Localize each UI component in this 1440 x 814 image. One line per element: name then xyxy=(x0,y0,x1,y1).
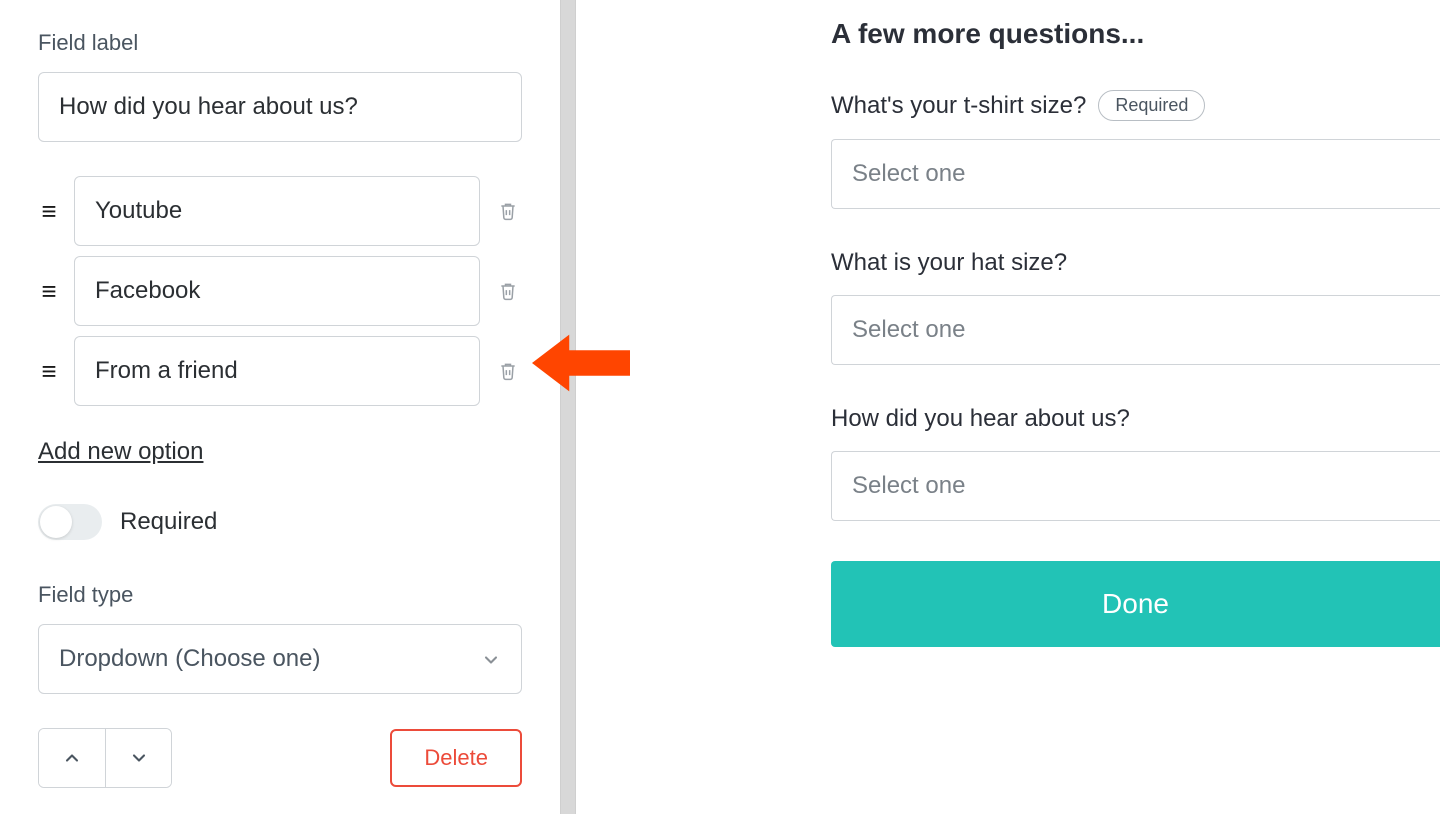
chevron-down-icon xyxy=(481,649,501,669)
select-placeholder: Select one xyxy=(852,316,965,344)
required-toggle-row: Required xyxy=(38,504,522,540)
add-option-link[interactable]: Add new option xyxy=(38,438,203,466)
delete-option-button[interactable] xyxy=(494,357,522,385)
required-pill: Required xyxy=(1098,90,1205,121)
drag-handle-icon[interactable]: ≡ xyxy=(38,278,60,304)
trash-icon xyxy=(498,280,518,302)
option-row: ≡ xyxy=(38,336,522,406)
panel-divider xyxy=(560,0,576,814)
option-row: ≡ xyxy=(38,256,522,326)
required-toggle-label: Required xyxy=(120,508,217,536)
move-up-button[interactable] xyxy=(39,729,105,787)
chevron-down-icon xyxy=(129,748,149,768)
delete-field-button[interactable]: Delete xyxy=(390,729,522,787)
move-down-button[interactable] xyxy=(105,729,171,787)
preview-question: What's your t-shirt size? Required Selec… xyxy=(831,90,1440,209)
option-input[interactable] xyxy=(74,336,480,406)
field-editor-panel: Field label ≡ ≡ ≡ xyxy=(0,0,560,814)
preview-select[interactable]: Select one xyxy=(831,295,1440,365)
select-placeholder: Select one xyxy=(852,472,965,500)
chevron-up-icon xyxy=(62,748,82,768)
field-label-input[interactable] xyxy=(38,72,522,142)
preview-question: What is your hat size? Select one xyxy=(831,249,1440,365)
field-type-heading: Field type xyxy=(38,582,522,608)
delete-option-button[interactable] xyxy=(494,277,522,305)
preview-question: How did you hear about us? Select one xyxy=(831,405,1440,521)
form-preview-panel: A few more questions... What's your t-sh… xyxy=(576,0,1440,814)
options-list: ≡ ≡ ≡ xyxy=(38,176,522,406)
field-type-select[interactable]: Dropdown (Choose one) xyxy=(38,624,522,694)
option-input[interactable] xyxy=(74,176,480,246)
required-toggle[interactable] xyxy=(38,504,102,540)
trash-icon xyxy=(498,200,518,222)
move-field-group xyxy=(38,728,172,788)
done-button[interactable]: Done xyxy=(831,561,1440,647)
toggle-knob xyxy=(40,506,72,538)
drag-handle-icon[interactable]: ≡ xyxy=(38,358,60,384)
question-label: How did you hear about us? xyxy=(831,405,1130,433)
field-label-heading: Field label xyxy=(38,30,522,56)
question-label: What's your t-shirt size? xyxy=(831,92,1086,120)
select-placeholder: Select one xyxy=(852,160,965,188)
delete-option-button[interactable] xyxy=(494,197,522,225)
question-label: What is your hat size? xyxy=(831,249,1067,277)
preview-select[interactable]: Select one xyxy=(831,451,1440,521)
trash-icon xyxy=(498,360,518,382)
drag-handle-icon[interactable]: ≡ xyxy=(38,198,60,224)
preview-select[interactable]: Select one xyxy=(831,139,1440,209)
option-row: ≡ xyxy=(38,176,522,246)
field-type-value: Dropdown (Choose one) xyxy=(59,645,320,673)
preview-title: A few more questions... xyxy=(831,18,1440,50)
option-input[interactable] xyxy=(74,256,480,326)
